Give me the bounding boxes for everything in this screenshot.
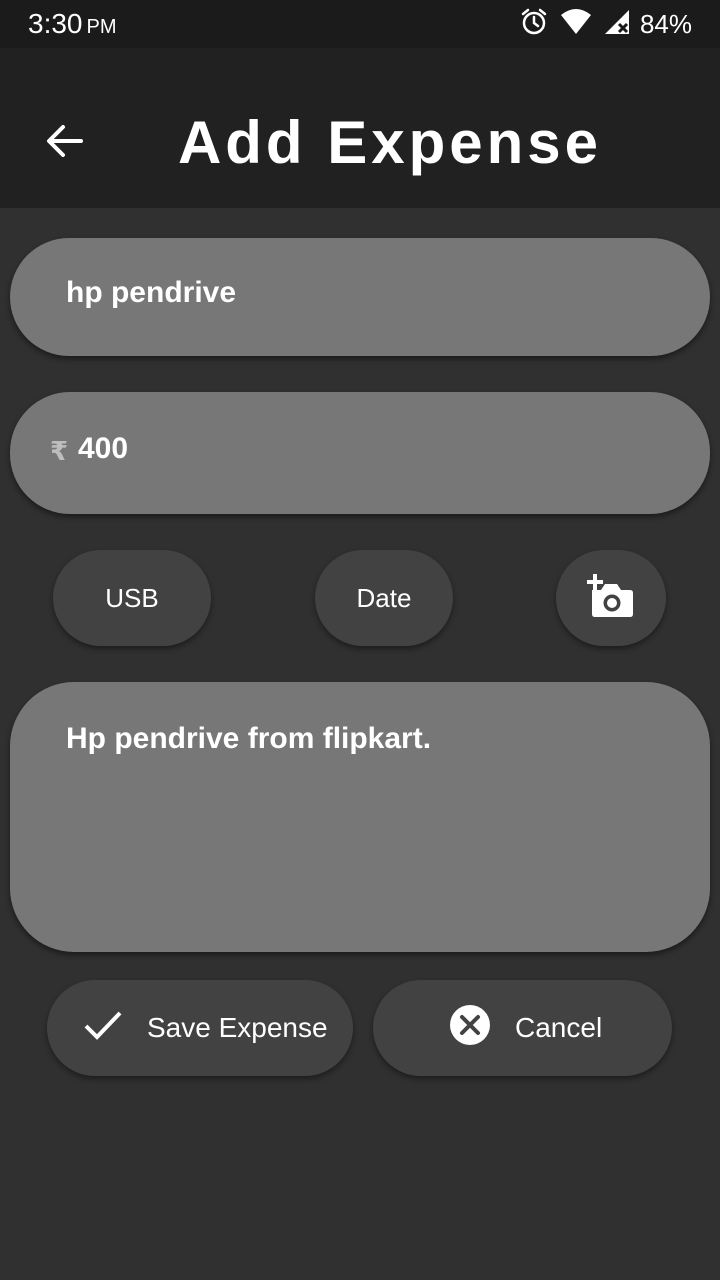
date-button[interactable]: Date bbox=[315, 550, 453, 646]
battery-percentage: 84% bbox=[639, 8, 692, 39]
amount-input[interactable]: ₹ 400 bbox=[10, 392, 710, 514]
app-bar: Add Expense bbox=[0, 48, 720, 208]
amount-value: 400 bbox=[78, 432, 129, 465]
date-label: Date bbox=[356, 582, 412, 613]
check-icon bbox=[83, 1009, 123, 1048]
expense-title-value: hp pendrive bbox=[66, 276, 237, 309]
wifi-icon bbox=[560, 8, 592, 40]
expense-title-input[interactable]: hp pendrive bbox=[10, 238, 710, 356]
status-bar: 3:30 PM 84% bbox=[0, 0, 720, 48]
cancel-button[interactable]: Cancel bbox=[373, 980, 672, 1076]
status-icons: 84% bbox=[508, 8, 692, 40]
add-camera-icon bbox=[586, 572, 636, 625]
alarm-icon bbox=[520, 8, 548, 41]
save-expense-button[interactable]: Save Expense bbox=[47, 980, 353, 1076]
rupee-icon: ₹ bbox=[50, 436, 69, 466]
notes-input[interactable]: Hp pendrive from flipkart. bbox=[10, 682, 710, 952]
cancel-circle-icon bbox=[449, 1004, 491, 1053]
status-time-ampm: PM bbox=[86, 16, 117, 38]
status-time-value: 3:30 bbox=[28, 8, 83, 39]
page-title: Add Expense bbox=[177, 109, 603, 176]
notes-value: Hp pendrive from flipkart. bbox=[66, 722, 432, 755]
category-label: USB bbox=[105, 582, 159, 613]
signal-icon bbox=[604, 9, 630, 40]
add-photo-button[interactable] bbox=[556, 550, 666, 646]
cancel-label: Cancel bbox=[515, 1012, 603, 1043]
status-time: 3:30 PM bbox=[28, 8, 117, 40]
save-expense-label: Save Expense bbox=[147, 1012, 328, 1043]
category-button[interactable]: USB bbox=[53, 550, 211, 646]
